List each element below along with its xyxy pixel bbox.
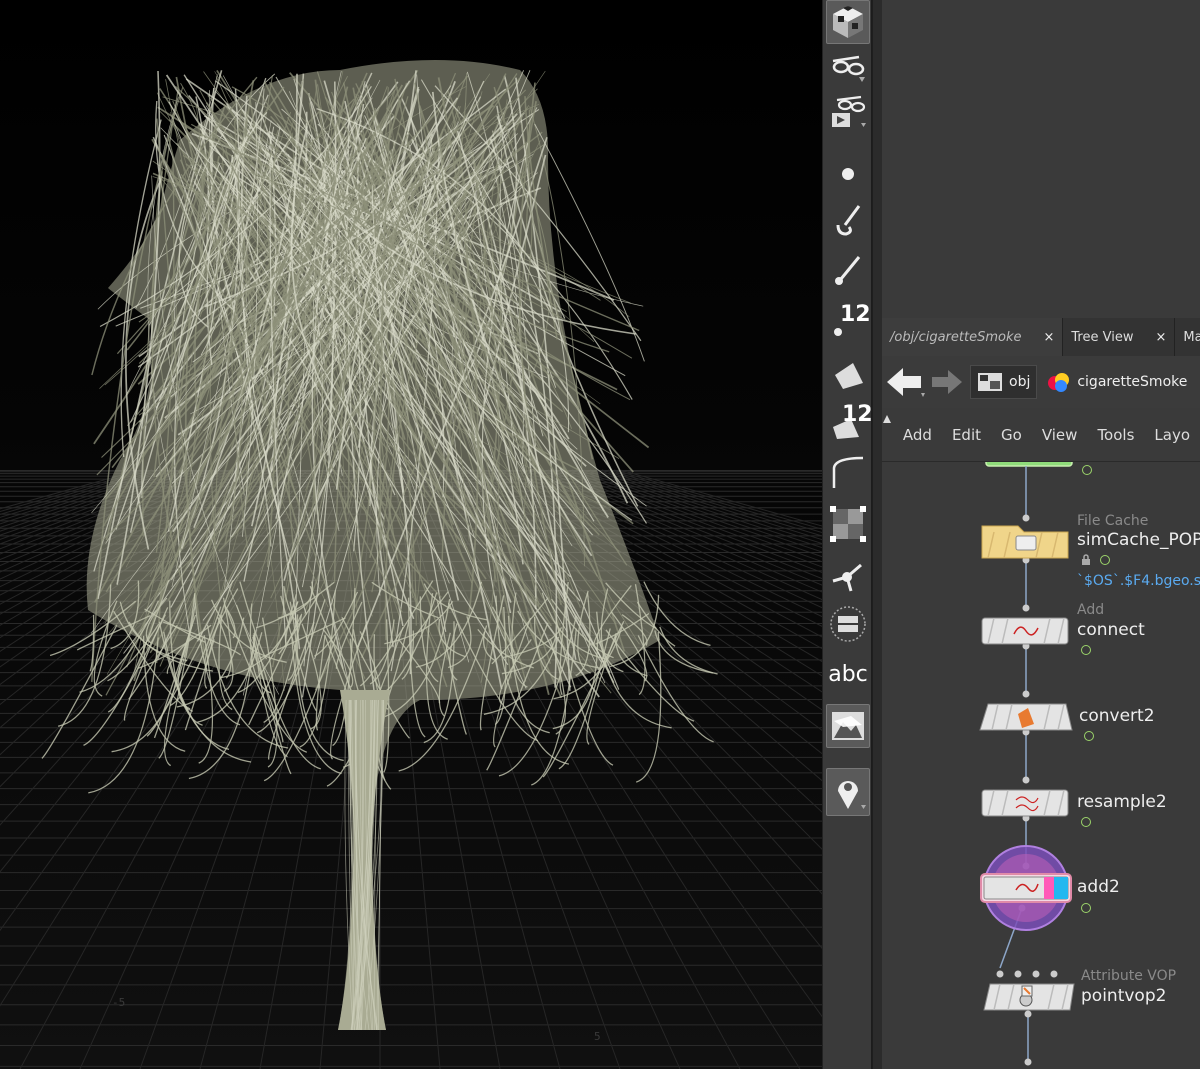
- triangle-up-icon: [883, 414, 892, 423]
- add2-node-shape: [980, 845, 1072, 931]
- view-camera-glasses-icon: [832, 95, 866, 127]
- close-icon[interactable]: ×: [1044, 330, 1055, 345]
- connect-flag-icon[interactable]: [1081, 645, 1091, 655]
- connect-node-shape: [981, 617, 1069, 645]
- node-type-label: Attribute VOP: [1081, 968, 1177, 984]
- file-cache-node-shape: [981, 525, 1069, 559]
- forward-button[interactable]: [928, 362, 966, 402]
- view-display-button[interactable]: [826, 44, 870, 88]
- view-glasses-icon: [832, 55, 865, 82]
- lock-icon[interactable]: [1080, 554, 1092, 566]
- cube-icon: [833, 6, 863, 38]
- tab-label: /obj/cigaretteSmoke: [890, 329, 1022, 345]
- primitive-number-label: 12: [842, 402, 873, 427]
- add2-flag-icon[interactable]: [1081, 903, 1091, 913]
- point-numbers-button[interactable]: 12: [826, 298, 871, 342]
- location-pin-icon: [838, 781, 866, 809]
- point-display-button[interactable]: [826, 148, 870, 192]
- resample-node-shape: [981, 789, 1069, 817]
- view-camera-button[interactable]: [826, 90, 870, 134]
- menu-go[interactable]: Go: [991, 426, 1032, 444]
- menu-tools[interactable]: Tools: [1087, 426, 1144, 444]
- brush-icon: [836, 205, 861, 236]
- cube-tool-button[interactable]: [826, 0, 870, 44]
- pin-tool-icon: [835, 256, 861, 285]
- circle-frame-icon: [830, 606, 866, 642]
- close-icon[interactable]: ×: [1155, 330, 1166, 345]
- tab-network-path[interactable]: /obj/cigaretteSmoke ×: [882, 318, 1064, 356]
- pane-tabs: /obj/cigaretteSmoke × Tree View × Materi: [882, 318, 1200, 356]
- point-number-label: 12: [840, 302, 871, 327]
- location-pin-button[interactable]: [826, 768, 870, 816]
- menu-scroll-up[interactable]: [882, 408, 893, 462]
- back-button[interactable]: [882, 362, 928, 402]
- menu-view[interactable]: View: [1032, 426, 1088, 444]
- viewport-toolbar: 12 12 abc: [822, 0, 873, 1069]
- tab-label: Tree View: [1071, 329, 1134, 345]
- top-node-flag-icon[interactable]: [1082, 465, 1092, 475]
- curve-display-button[interactable]: [826, 450, 870, 494]
- tab-label: Materi: [1183, 329, 1200, 345]
- simcache-flag-icon[interactable]: [1100, 555, 1110, 565]
- scene-viewport[interactable]: -5 5: [0, 0, 822, 1069]
- normals-display-button[interactable]: [826, 552, 870, 596]
- hair-geometry: [41, 60, 718, 1031]
- primitive-icon: [835, 363, 863, 389]
- primitive-numbers-button[interactable]: 12: [826, 400, 873, 444]
- circle-display-button[interactable]: [826, 602, 870, 646]
- network-nav-bar: obj cigaretteSmoke: [882, 356, 1200, 408]
- node-name-pointvop2[interactable]: pointvop2: [1081, 986, 1166, 1006]
- node-name-connect[interactable]: connect: [1077, 620, 1145, 640]
- node-name-add2[interactable]: add2: [1077, 877, 1120, 897]
- axis-label-neg: -5: [112, 996, 126, 1009]
- breadcrumb-obj-label: obj: [1009, 374, 1031, 390]
- network-menu-bar: Add Edit Go View Tools Layo: [882, 408, 1200, 462]
- convert2-flag-icon[interactable]: [1084, 731, 1094, 741]
- empty-pane: [882, 0, 1200, 318]
- axis-label-pos: 5: [594, 1030, 601, 1043]
- text-abc-icon: abc: [828, 661, 868, 687]
- background-image-button[interactable]: [826, 704, 870, 748]
- network-editor[interactable]: File Cache simCache_POP `$OS`.$F4.bgeo.s…: [882, 462, 1200, 1069]
- geo-object-icon: [1048, 373, 1070, 392]
- primitive-display-button[interactable]: [826, 352, 870, 396]
- attribute-vop-node-shape: [983, 983, 1075, 1011]
- node-type-label: File Cache: [1077, 513, 1149, 529]
- breadcrumb-node[interactable]: cigaretteSmoke: [1041, 365, 1193, 399]
- menu-edit[interactable]: Edit: [942, 426, 991, 444]
- node-name-convert2[interactable]: convert2: [1079, 706, 1155, 726]
- text-display-button[interactable]: abc: [826, 652, 870, 696]
- pane-divider[interactable]: [872, 0, 882, 1069]
- curve-icon: [832, 456, 864, 488]
- background-image-icon: [832, 712, 864, 740]
- point-icon: [842, 168, 854, 180]
- arrow-right-icon: [932, 370, 962, 394]
- convert-node-shape: [979, 703, 1073, 731]
- resample2-flag-icon[interactable]: [1081, 817, 1091, 827]
- checker-display-button[interactable]: [826, 502, 870, 546]
- node-name-simcache[interactable]: simCache_POP: [1077, 530, 1200, 550]
- menu-layout[interactable]: Layo: [1144, 426, 1200, 444]
- menu-add[interactable]: Add: [893, 426, 942, 444]
- node-name-resample2[interactable]: resample2: [1077, 792, 1167, 812]
- tab-tree-view[interactable]: Tree View ×: [1063, 318, 1176, 356]
- breadcrumb-node-label: cigaretteSmoke: [1077, 374, 1188, 390]
- obj-context-icon: [978, 373, 1002, 391]
- checker-icon: [830, 506, 866, 542]
- tab-material[interactable]: Materi: [1175, 318, 1200, 356]
- normals-icon: [832, 563, 862, 592]
- node-type-label: Add: [1077, 602, 1105, 618]
- brush-tool-button[interactable]: [826, 198, 870, 242]
- node-expression: `$OS`.$F4.bgeo.s: [1077, 573, 1200, 589]
- arrow-left-icon: [887, 368, 925, 397]
- pin-tool-button[interactable]: [826, 248, 870, 292]
- breadcrumb-obj[interactable]: obj: [970, 365, 1038, 399]
